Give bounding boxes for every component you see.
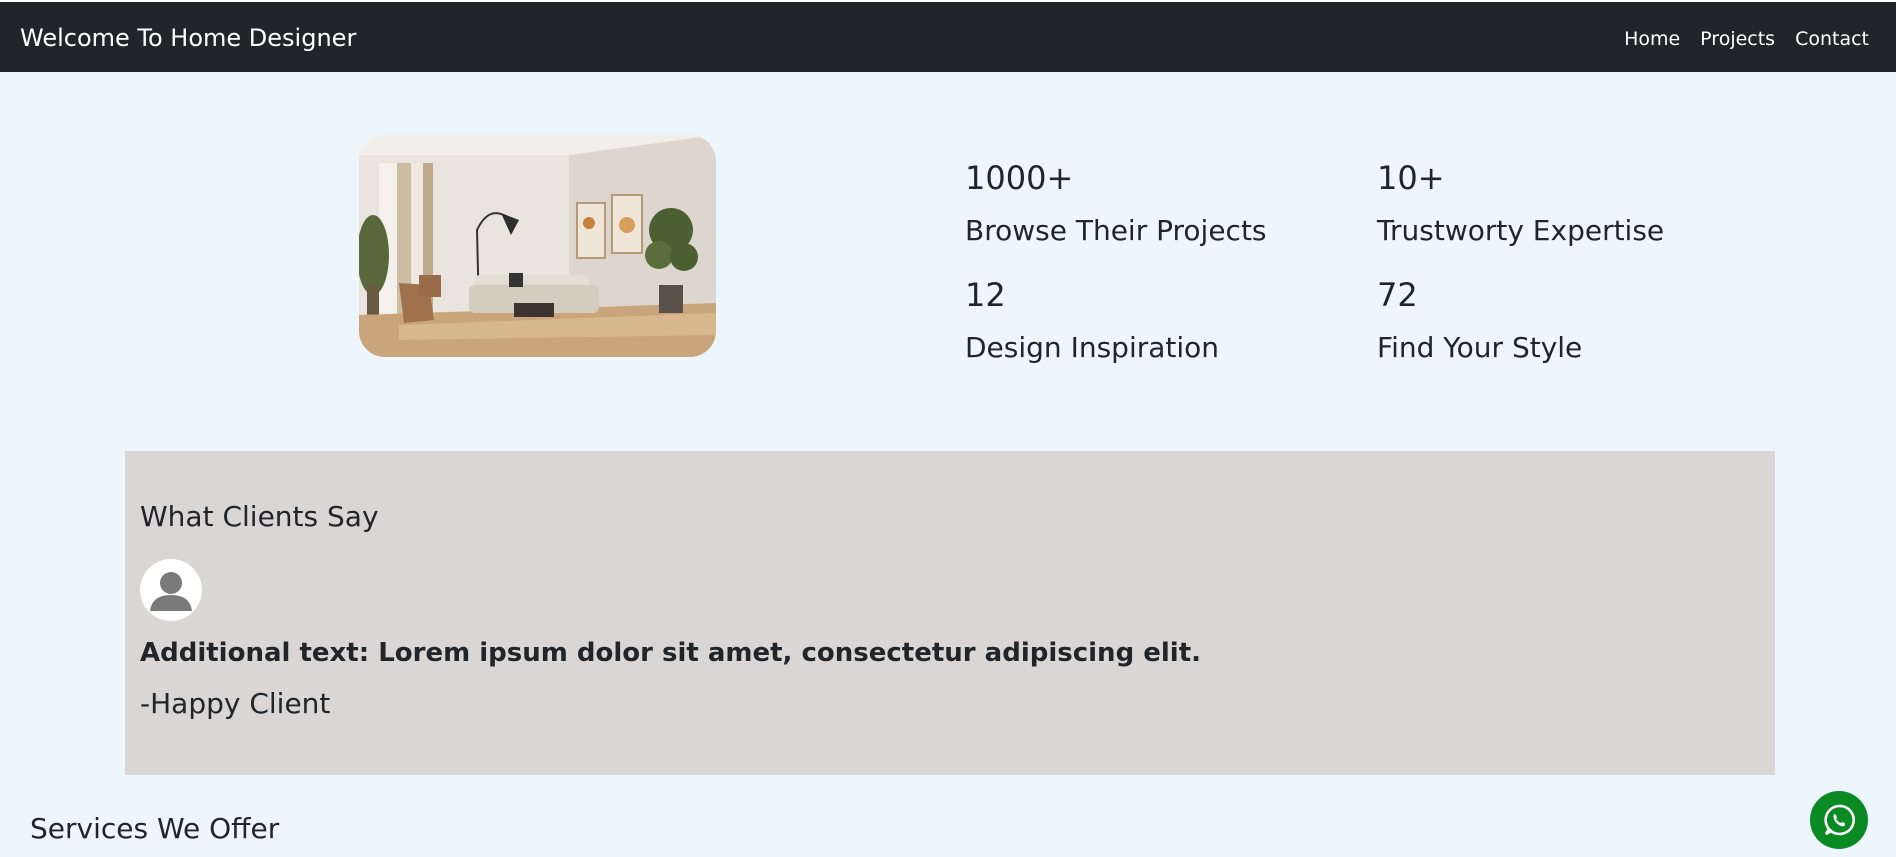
stat-label-expertise: Trustworty Expertise [1377, 214, 1665, 247]
stat-label-inspiration: Design Inspiration [965, 331, 1220, 364]
hero-image [359, 135, 716, 357]
stat-label-style: Find Your Style [1377, 331, 1583, 364]
stat-value-expertise: 10+ [1377, 159, 1445, 197]
services-heading: Services We Offer [30, 812, 280, 845]
stat-value-style: 72 [1377, 276, 1418, 314]
user-avatar-icon [140, 559, 202, 621]
testimonial-heading: What Clients Say [140, 500, 379, 533]
whatsapp-button[interactable] [1810, 791, 1868, 849]
nav-links: Home Projects Contact [1624, 26, 1869, 52]
stat-value-inspiration: 12 [965, 276, 1006, 314]
nav-link-home[interactable]: Home [1624, 26, 1680, 52]
testimonial-text: Additional text: Lorem ipsum dolor sit a… [140, 638, 1201, 668]
testimonial-author: -Happy Client [140, 687, 331, 720]
stat-value-projects: 1000+ [965, 159, 1074, 197]
stat-label-projects: Browse Their Projects [965, 214, 1267, 247]
nav-link-contact[interactable]: Contact [1795, 26, 1869, 52]
navbar: Welcome To Home Designer Home Projects C… [0, 2, 1896, 72]
nav-link-projects[interactable]: Projects [1700, 26, 1775, 52]
navbar-brand[interactable]: Welcome To Home Designer [20, 23, 356, 53]
testimonial-section: What Clients Say Additional text: Lorem … [125, 451, 1775, 775]
whatsapp-icon [1824, 804, 1855, 836]
